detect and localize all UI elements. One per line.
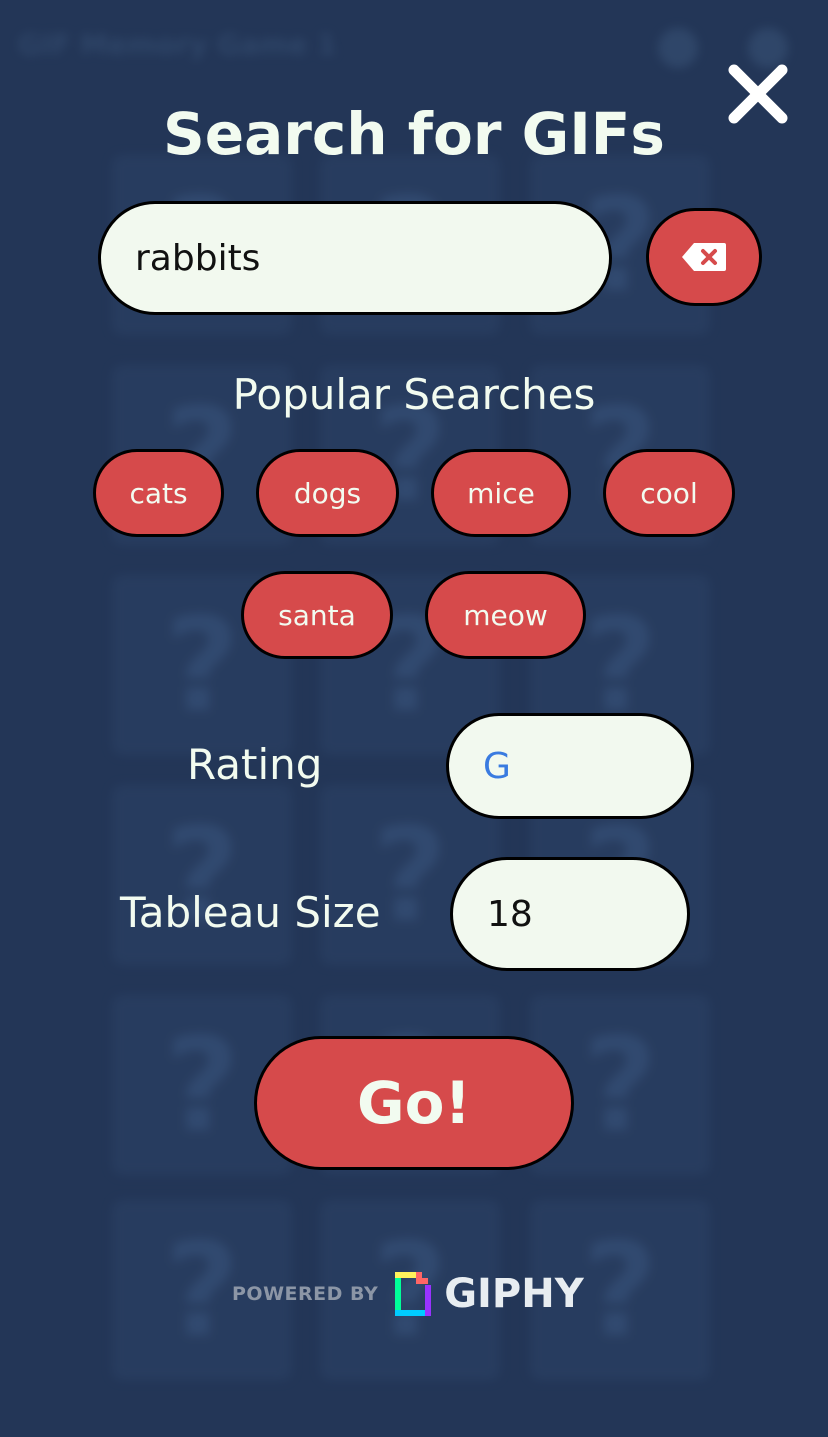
popular-searches-label: Popular Searches [232, 370, 596, 419]
backspace-icon [682, 243, 726, 271]
rating-value: G [483, 745, 511, 787]
popular-search-chip-meow[interactable]: meow [425, 571, 586, 659]
popular-search-chip-cats[interactable]: cats [93, 449, 224, 537]
rating-select[interactable]: G [446, 713, 694, 819]
popular-search-chip-dogs[interactable]: dogs [256, 449, 399, 537]
popular-search-chip-mice[interactable]: mice [431, 449, 571, 537]
search-input[interactable] [98, 201, 612, 315]
giphy-logo-icon [395, 1272, 432, 1316]
powered-by-giphy: POWERED BY GIPHY [232, 1266, 602, 1322]
popular-search-chip-cool[interactable]: cool [603, 449, 735, 537]
search-modal: Search for GIFs Popular Searches cats do… [0, 0, 828, 1437]
popular-search-chip-santa[interactable]: santa [241, 571, 393, 659]
go-button[interactable]: Go! [254, 1036, 574, 1170]
tableau-size-label: Tableau Size [120, 888, 381, 937]
powered-by-text: POWERED BY [232, 1283, 379, 1305]
tableau-size-input[interactable] [450, 857, 690, 971]
giphy-wordmark: GIPHY [444, 1271, 584, 1317]
rating-label: Rating [187, 740, 323, 789]
modal-title: Search for GIFs [163, 100, 665, 168]
clear-search-button[interactable] [646, 208, 762, 306]
